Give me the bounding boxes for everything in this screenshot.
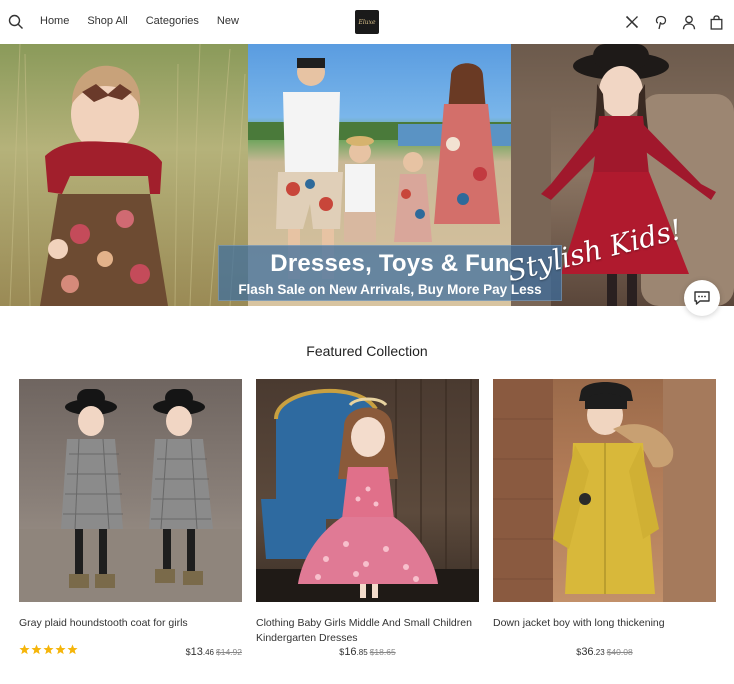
site-header: Home Shop All Categories New Eluxe	[0, 0, 734, 44]
price-compare-at: $40.08	[606, 647, 633, 657]
nav-shop-all[interactable]: Shop All	[87, 15, 127, 27]
logo-text: Eluxe	[358, 18, 376, 26]
product-price: $36.23 $40.08	[493, 646, 716, 658]
hero-banner[interactable]: Dresses, Toys & Fun Flash Sale on New Ar…	[0, 44, 734, 306]
store-logo[interactable]: Eluxe	[355, 10, 379, 34]
hero-image-toddler-girl	[0, 44, 248, 306]
main-nav: Home Shop All Categories New	[40, 15, 239, 27]
chat-button[interactable]	[684, 280, 720, 316]
featured-collection-title: Featured Collection	[306, 343, 428, 359]
product-image[interactable]	[256, 379, 479, 602]
account-icon[interactable]	[678, 11, 700, 33]
product-price: $13.46 $14.92	[19, 646, 242, 658]
price-cents: .23	[593, 648, 605, 657]
x-twitter-icon[interactable]	[621, 11, 643, 33]
product-title[interactable]: Gray plaid houndstooth coat for girls	[19, 616, 242, 631]
price-cents: .85	[356, 648, 368, 657]
nav-categories[interactable]: Categories	[146, 15, 199, 27]
product-title[interactable]: Clothing Baby Girls Middle And Small Chi…	[256, 616, 479, 646]
pinterest-icon[interactable]	[650, 11, 672, 33]
price-cents: .46	[202, 648, 214, 657]
search-icon[interactable]	[5, 11, 27, 33]
price-main: 36	[581, 646, 594, 658]
product-price: $16.85 $18.65	[256, 646, 479, 658]
price-main: 13	[190, 646, 203, 658]
product-title[interactable]: Down jacket boy with long thickening	[493, 616, 716, 631]
chat-bubble-icon	[694, 291, 710, 305]
nav-home[interactable]: Home	[40, 15, 69, 27]
price-compare-at: $18.65	[369, 647, 396, 657]
product-image[interactable]	[493, 379, 716, 602]
price-compare-at: $14.92	[216, 647, 242, 657]
nav-new[interactable]: New	[217, 15, 239, 27]
price-main: 16	[344, 646, 357, 658]
product-image[interactable]	[19, 379, 242, 602]
cart-bag-icon[interactable]	[705, 11, 727, 33]
